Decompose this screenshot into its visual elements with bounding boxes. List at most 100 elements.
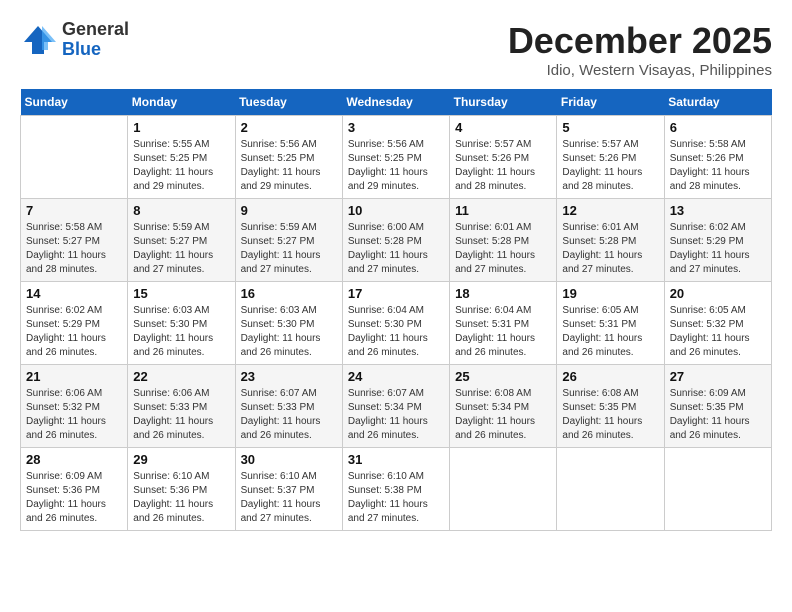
day-number: 19: [562, 286, 658, 301]
day-info: Sunrise: 6:10 AMSunset: 5:38 PMDaylight:…: [348, 470, 444, 526]
calendar-cell: 9 Sunrise: 5:59 AMSunset: 5:27 PMDaylight…: [235, 199, 342, 282]
weekday-header-saturday: Saturday: [664, 89, 771, 116]
weekday-header-wednesday: Wednesday: [342, 89, 449, 116]
day-number: 6: [670, 120, 766, 135]
day-info: Sunrise: 6:05 AMSunset: 5:31 PMDaylight:…: [562, 304, 658, 360]
day-number: 5: [562, 120, 658, 135]
day-info: Sunrise: 6:06 AMSunset: 5:32 PMDaylight:…: [26, 387, 122, 443]
weekday-header-sunday: Sunday: [21, 89, 128, 116]
calendar-cell: 15 Sunrise: 6:03 AMSunset: 5:30 PMDayligh…: [128, 282, 235, 365]
logo-text: General Blue: [62, 20, 129, 60]
logo: General Blue: [20, 20, 129, 60]
calendar-cell: 20Sunrise: 6:05 AMSunset: 5:32 PMDayligh…: [664, 282, 771, 365]
day-info: Sunrise: 5:59 AMSunset: 5:27 PMDaylight:…: [241, 221, 337, 277]
day-number: 1: [133, 120, 229, 135]
calendar-cell: 4 Sunrise: 5:57 AMSunset: 5:26 PMDaylight…: [450, 116, 557, 199]
day-number: 18: [455, 286, 551, 301]
day-number: 15: [133, 286, 229, 301]
day-info: Sunrise: 6:09 AMSunset: 5:36 PMDaylight:…: [26, 470, 122, 526]
day-info: Sunrise: 6:08 AMSunset: 5:35 PMDaylight:…: [562, 387, 658, 443]
day-number: 25: [455, 369, 551, 384]
day-info: Sunrise: 6:08 AMSunset: 5:34 PMDaylight:…: [455, 387, 551, 443]
calendar-table: SundayMondayTuesdayWednesdayThursdayFrid…: [20, 89, 772, 531]
calendar-cell: 17Sunrise: 6:04 AMSunset: 5:30 PMDayligh…: [342, 282, 449, 365]
day-info: Sunrise: 5:58 AMSunset: 5:27 PMDaylight:…: [26, 221, 122, 277]
day-number: 28: [26, 452, 122, 467]
month-title: December 2025: [508, 20, 772, 62]
day-number: 23: [241, 369, 337, 384]
day-info: Sunrise: 6:00 AMSunset: 5:28 PMDaylight:…: [348, 221, 444, 277]
day-info: Sunrise: 6:07 AMSunset: 5:33 PMDaylight:…: [241, 387, 337, 443]
calendar-cell: 21 Sunrise: 6:06 AMSunset: 5:32 PMDayligh…: [21, 365, 128, 448]
day-info: Sunrise: 6:06 AMSunset: 5:33 PMDaylight:…: [133, 387, 229, 443]
calendar-cell: 23 Sunrise: 6:07 AMSunset: 5:33 PMDayligh…: [235, 365, 342, 448]
weekday-header-friday: Friday: [557, 89, 664, 116]
logo-icon: [20, 22, 56, 58]
day-info: Sunrise: 5:58 AMSunset: 5:26 PMDaylight:…: [670, 138, 766, 194]
calendar-cell: 12 Sunrise: 6:01 AMSunset: 5:28 PMDayligh…: [557, 199, 664, 282]
day-info: Sunrise: 6:01 AMSunset: 5:28 PMDaylight:…: [562, 221, 658, 277]
calendar-cell: 16Sunrise: 6:03 AMSunset: 5:30 PMDayligh…: [235, 282, 342, 365]
week-row-3: 14 Sunrise: 6:02 AMSunset: 5:29 PMDayligh…: [21, 282, 772, 365]
day-info: Sunrise: 6:01 AMSunset: 5:28 PMDaylight:…: [455, 221, 551, 277]
calendar-cell: 30Sunrise: 6:10 AMSunset: 5:37 PMDayligh…: [235, 448, 342, 531]
day-number: 13: [670, 203, 766, 218]
calendar-cell: 26Sunrise: 6:08 AMSunset: 5:35 PMDayligh…: [557, 365, 664, 448]
calendar-cell: 6 Sunrise: 5:58 AMSunset: 5:26 PMDaylight…: [664, 116, 771, 199]
calendar-cell: 24Sunrise: 6:07 AMSunset: 5:34 PMDayligh…: [342, 365, 449, 448]
weekday-header-monday: Monday: [128, 89, 235, 116]
day-number: 7: [26, 203, 122, 218]
week-row-5: 28 Sunrise: 6:09 AMSunset: 5:36 PMDayligh…: [21, 448, 772, 531]
day-number: 2: [241, 120, 337, 135]
weekday-header-tuesday: Tuesday: [235, 89, 342, 116]
calendar-cell: 7 Sunrise: 5:58 AMSunset: 5:27 PMDaylight…: [21, 199, 128, 282]
day-info: Sunrise: 5:57 AMSunset: 5:26 PMDaylight:…: [562, 138, 658, 194]
calendar-cell: 8 Sunrise: 5:59 AMSunset: 5:27 PMDaylight…: [128, 199, 235, 282]
calendar-cell: 28 Sunrise: 6:09 AMSunset: 5:36 PMDayligh…: [21, 448, 128, 531]
header: General Blue December 2025 Idio, Western…: [20, 20, 772, 79]
day-info: Sunrise: 6:05 AMSunset: 5:32 PMDaylight:…: [670, 304, 766, 360]
calendar-cell: [450, 448, 557, 531]
calendar-cell: 25 Sunrise: 6:08 AMSunset: 5:34 PMDayligh…: [450, 365, 557, 448]
day-info: Sunrise: 5:55 AMSunset: 5:25 PMDaylight:…: [133, 138, 229, 194]
day-info: Sunrise: 5:56 AMSunset: 5:25 PMDaylight:…: [241, 138, 337, 194]
day-number: 21: [26, 369, 122, 384]
calendar-cell: [557, 448, 664, 531]
calendar-cell: 14 Sunrise: 6:02 AMSunset: 5:29 PMDayligh…: [21, 282, 128, 365]
day-number: 12: [562, 203, 658, 218]
weekday-header-row: SundayMondayTuesdayWednesdayThursdayFrid…: [21, 89, 772, 116]
day-number: 14: [26, 286, 122, 301]
day-number: 10: [348, 203, 444, 218]
day-info: Sunrise: 6:10 AMSunset: 5:36 PMDaylight:…: [133, 470, 229, 526]
day-number: 4: [455, 120, 551, 135]
calendar-cell: 11Sunrise: 6:01 AMSunset: 5:28 PMDayligh…: [450, 199, 557, 282]
day-info: Sunrise: 5:59 AMSunset: 5:27 PMDaylight:…: [133, 221, 229, 277]
calendar-cell: 22Sunrise: 6:06 AMSunset: 5:33 PMDayligh…: [128, 365, 235, 448]
calendar-cell: 3 Sunrise: 5:56 AMSunset: 5:25 PMDaylight…: [342, 116, 449, 199]
day-info: Sunrise: 5:57 AMSunset: 5:26 PMDaylight:…: [455, 138, 551, 194]
calendar-cell: 5 Sunrise: 5:57 AMSunset: 5:26 PMDaylight…: [557, 116, 664, 199]
location: Idio, Western Visayas, Philippines: [508, 62, 772, 79]
week-row-1: 1 Sunrise: 5:55 AMSunset: 5:25 PMDaylight…: [21, 116, 772, 199]
calendar-cell: 31 Sunrise: 6:10 AMSunset: 5:38 PMDayligh…: [342, 448, 449, 531]
day-number: 29: [133, 452, 229, 467]
day-number: 24: [348, 369, 444, 384]
calendar-cell: 10 Sunrise: 6:00 AMSunset: 5:28 PMDayligh…: [342, 199, 449, 282]
day-number: 8: [133, 203, 229, 218]
weekday-header-thursday: Thursday: [450, 89, 557, 116]
calendar-cell: 29 Sunrise: 6:10 AMSunset: 5:36 PMDayligh…: [128, 448, 235, 531]
day-number: 17: [348, 286, 444, 301]
day-info: Sunrise: 5:56 AMSunset: 5:25 PMDaylight:…: [348, 138, 444, 194]
title-area: December 2025 Idio, Western Visayas, Phi…: [508, 20, 772, 79]
calendar-cell: [21, 116, 128, 199]
calendar-cell: 19 Sunrise: 6:05 AMSunset: 5:31 PMDayligh…: [557, 282, 664, 365]
day-number: 31: [348, 452, 444, 467]
day-info: Sunrise: 6:02 AMSunset: 5:29 PMDaylight:…: [26, 304, 122, 360]
day-number: 16: [241, 286, 337, 301]
calendar-cell: 18Sunrise: 6:04 AMSunset: 5:31 PMDayligh…: [450, 282, 557, 365]
day-info: Sunrise: 6:03 AMSunset: 5:30 PMDaylight:…: [133, 304, 229, 360]
calendar-cell: [664, 448, 771, 531]
day-number: 9: [241, 203, 337, 218]
calendar-cell: 13Sunrise: 6:02 AMSunset: 5:29 PMDayligh…: [664, 199, 771, 282]
day-number: 3: [348, 120, 444, 135]
